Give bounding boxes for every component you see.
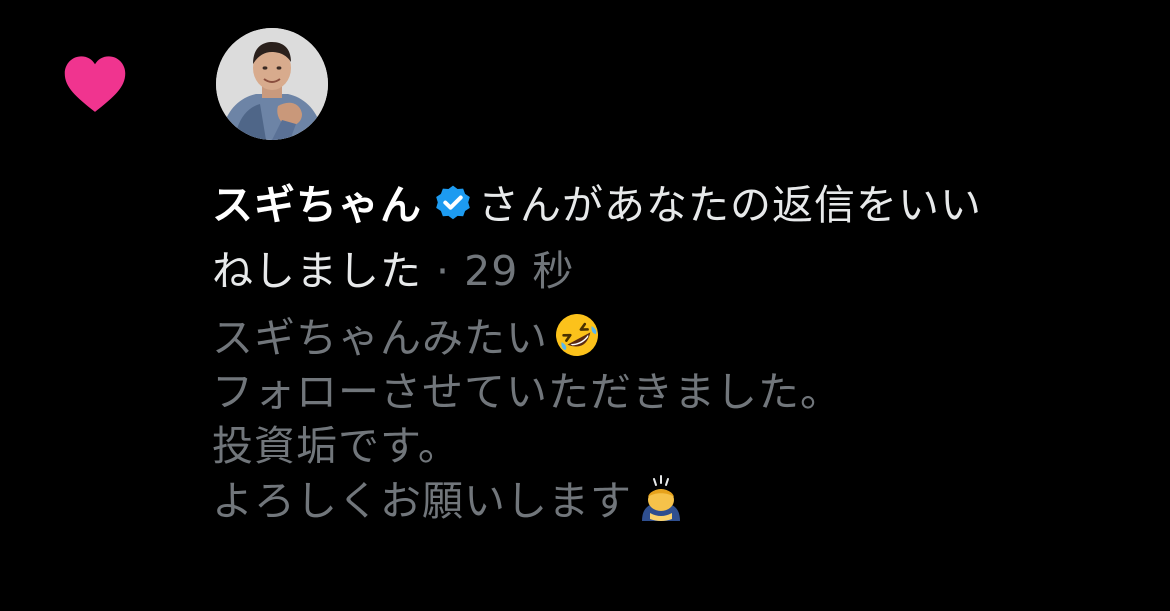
notification-headline: スギちゃん さんがあなたの返信をいいねしました · 29 秒 [212,172,1152,304]
like-notification[interactable]: スギちゃん さんがあなたの返信をいいねしました · 29 秒 スギちゃんみたい [0,0,1170,611]
user-name-link[interactable]: スギちゃん [212,181,422,229]
avatar-photo [216,28,328,140]
person-bowing-emoji-icon [642,475,680,521]
meta-separator: · [436,247,451,295]
reply-text: スギちゃんみたい フォローさせていただきました。 投資垢です。 よろしくお願いし… [212,310,1152,528]
notification-content: スギちゃん さんがあなたの返信をいいねしました · 29 秒 スギちゃんみたい [212,172,1152,528]
action-text: さんがあなたの返信をいい [478,181,982,229]
reply-line-4: よろしくお願いします [212,473,1152,528]
avatar[interactable] [216,28,328,140]
reply-line-1: スギちゃんみたい [212,310,1152,365]
reply-line-2: フォローさせていただきました。 [212,368,842,416]
rolling-on-floor-laughing-emoji-icon [556,314,598,356]
timestamp[interactable]: 29 秒 [464,247,574,295]
heart-icon [64,56,126,112]
reply-line-3: 投資垢です。 [212,422,460,470]
verified-badge-icon [436,185,470,220]
action-text-continued: ねしました [212,247,422,295]
